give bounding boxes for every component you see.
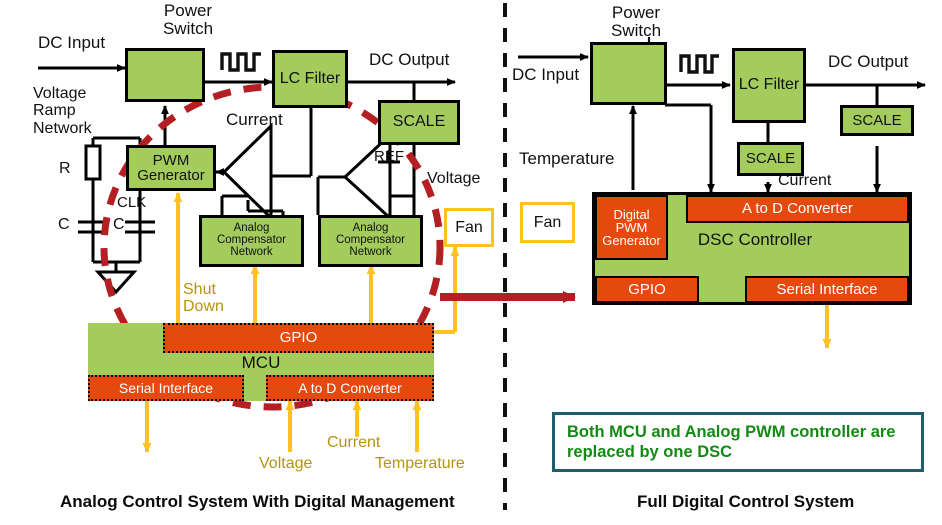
block-label: LC Filter <box>279 69 341 87</box>
mcu-label: MCU <box>241 353 281 373</box>
label-c2: C <box>113 216 125 234</box>
label-adc-current: Current <box>327 434 380 452</box>
block-analog-compensator-network-1[interactable]: Analog Compensator Network <box>199 215 304 267</box>
label-r: R <box>59 160 71 178</box>
label-temperature-right: Temperature <box>519 149 614 169</box>
text: R <box>59 160 71 177</box>
caption-right: Full Digital Control System <box>637 492 854 512</box>
label-adc-temperature: Temperature <box>375 455 465 473</box>
block-label: PWM Generator <box>137 151 205 184</box>
block-mcu-label: MCU <box>88 352 434 374</box>
label-adc-voltage: Voltage <box>259 455 312 473</box>
text: Voltage Ramp Network <box>33 85 92 137</box>
block-gpio-right[interactable]: GPIO <box>595 276 699 303</box>
block-label: Fan <box>455 218 483 236</box>
diagram-canvas: PWM Generator LC Filter SCALE Analog Com… <box>0 0 942 525</box>
block-label: Analog Compensator Network <box>216 222 287 258</box>
dsc-label: DSC Controller <box>697 230 813 250</box>
block-label: SCALE <box>745 150 796 168</box>
block-fan-right[interactable]: Fan <box>520 202 575 243</box>
block-adc-right[interactable]: A to D Converter <box>686 195 909 223</box>
text: DC Input <box>38 33 106 52</box>
pwm-pulse-waveform-icon <box>220 52 261 72</box>
block-label: LC Filter <box>738 76 800 94</box>
block-serial-interface-right[interactable]: Serial Interface <box>745 276 909 303</box>
block-power-switch-left[interactable] <box>125 48 205 102</box>
block-scale-output-right[interactable]: SCALE <box>840 105 914 136</box>
text: REF <box>374 148 404 165</box>
block-label: Analog Compensator Network <box>335 222 406 258</box>
text: Current <box>778 172 832 189</box>
label-c1: C <box>58 216 70 234</box>
text: Current <box>327 434 381 451</box>
text: DC Input <box>512 65 580 84</box>
block-label: Serial Interface <box>118 379 214 396</box>
text: Voltage <box>427 170 481 187</box>
block-label: SCALE <box>852 111 902 129</box>
label-clk: CLK <box>117 194 146 211</box>
note-box-dsc-replacement: Both MCU and Analog PWM controller are r… <box>552 412 924 472</box>
text: CLK <box>117 194 147 211</box>
block-fan-left[interactable]: Fan <box>444 208 494 247</box>
text: Voltage <box>259 455 313 472</box>
block-label: GPIO <box>279 329 318 347</box>
caption-left: Analog Control System With Digital Manag… <box>60 492 455 512</box>
text: C <box>58 216 70 233</box>
block-pwm-generator[interactable]: PWM Generator <box>126 145 216 191</box>
text: Temperature <box>375 455 465 472</box>
block-label: Serial Interface <box>776 280 878 298</box>
block-label: Fan <box>533 213 562 231</box>
text: C <box>113 216 125 233</box>
text: DC Output <box>369 50 450 69</box>
text: Shut Down <box>183 281 224 316</box>
label-dc-output-left: DC Output <box>369 50 449 70</box>
block-scale-current-right[interactable]: SCALE <box>737 142 804 176</box>
label-power-switch-right: Power Switch <box>595 4 677 40</box>
block-label: SCALE <box>392 113 446 131</box>
text: Analog Control System With Digital Manag… <box>60 492 455 511</box>
label-dc-output-right: DC Output <box>828 52 908 72</box>
block-dsc-controller-label: DSC Controller <box>640 228 870 252</box>
label-current-right: Current <box>778 172 831 190</box>
text: Full Digital Control System <box>637 492 855 511</box>
block-label: A to D Converter <box>298 379 402 396</box>
block-lc-filter-right[interactable]: LC Filter <box>732 48 806 123</box>
label-shut-down: Shut Down <box>183 281 243 316</box>
block-gpio-left[interactable]: GPIO <box>163 323 434 353</box>
block-adc-left[interactable]: A to D Converter <box>266 375 434 401</box>
block-scale-left[interactable]: SCALE <box>378 100 460 145</box>
label-voltage-left: Voltage <box>427 170 480 188</box>
label-power-switch-left: Power Switch <box>143 2 233 38</box>
pwm-pulse-waveform-icon <box>679 54 719 74</box>
label-dc-input-right: DC Input <box>512 65 579 85</box>
text: Power Switch <box>162 1 214 38</box>
label-ref: REF <box>374 148 404 165</box>
block-serial-interface-left[interactable]: Serial Interface <box>88 375 244 401</box>
label-current-left: Current <box>226 110 283 130</box>
block-power-switch-right[interactable] <box>590 42 667 105</box>
block-label: A to D Converter <box>742 200 853 218</box>
label-dc-input-left: DC Input <box>38 33 105 53</box>
text: Temperature <box>519 149 615 168</box>
text: Power Switch <box>610 3 662 40</box>
block-label: GPIO <box>628 280 666 298</box>
label-voltage-ramp-network: Voltage Ramp Network <box>33 85 117 137</box>
note-text: Both MCU and Analog PWM controller are r… <box>567 423 896 462</box>
block-analog-compensator-network-2[interactable]: Analog Compensator Network <box>318 215 423 267</box>
block-lc-filter-left[interactable]: LC Filter <box>272 50 348 108</box>
text: DC Output <box>828 52 909 71</box>
text: Current <box>226 110 283 129</box>
